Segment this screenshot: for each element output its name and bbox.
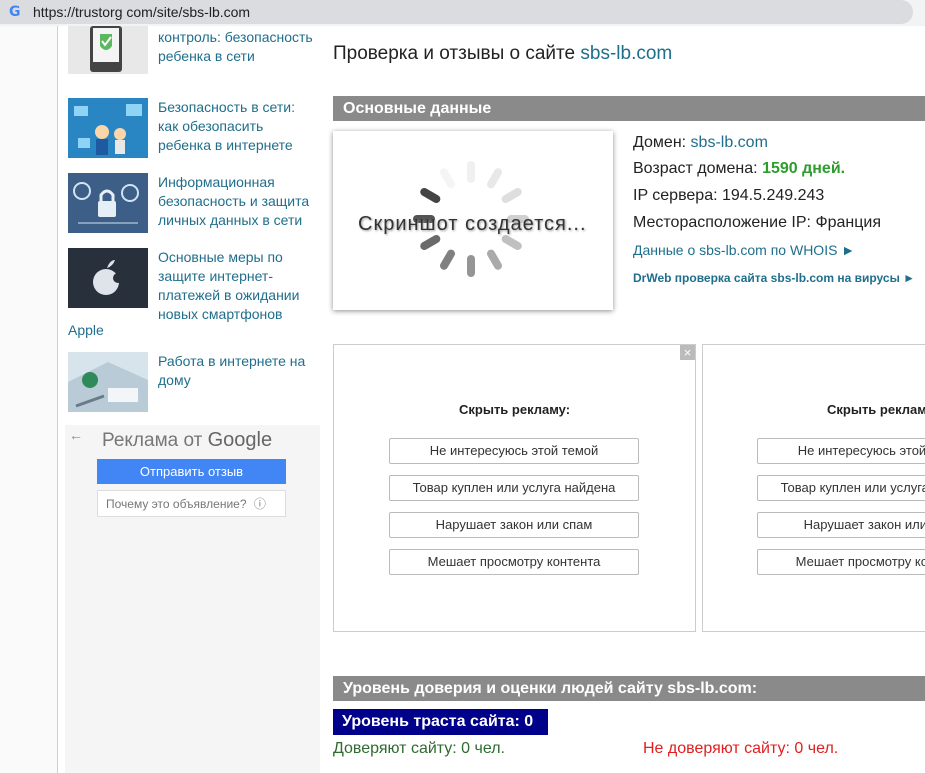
ip-row: IP сервера: 194.5.249.243	[633, 187, 824, 205]
page-title-domain[interactable]: sbs-lb.com	[580, 43, 672, 64]
back-arrow-icon[interactable]: ←	[69, 427, 83, 443]
sidebar-item-data-protection[interactable]: Информационная безопасность и защита лич…	[68, 173, 318, 235]
phone-shield-icon	[68, 26, 148, 86]
google-icon: G	[9, 4, 21, 20]
sidebar-item-label[interactable]: Безопасность в сети: как обезопасить реб…	[158, 98, 318, 155]
hide-ad-option[interactable]: Товар куплен или услуга найдена	[389, 475, 639, 501]
location-value: Франция	[815, 214, 881, 231]
location-row: Месторасположение IP: Франция	[633, 214, 881, 232]
padlock-icon	[68, 173, 148, 233]
ad-panel-1: × Скрыть рекламу: Не интересуюсь этой те…	[333, 344, 696, 632]
hands-keyboard-icon	[68, 352, 148, 412]
not-trusted-count: Не доверяют сайту: 0 чел.	[643, 740, 839, 757]
whois-link[interactable]: Данные о sbs-lb.com по WHOIS ►	[633, 242, 855, 258]
sidebar-item-payments[interactable]: Основные меры по защите интернет-платеже…	[68, 248, 318, 322]
section-trust: Уровень доверия и оценки людей сайту sbs…	[333, 676, 925, 701]
hide-ad-option[interactable]: Товар куплен или услуга найдена	[757, 475, 925, 501]
location-label: Месторасположение IP:	[633, 214, 811, 231]
domain-value[interactable]: sbs-lb.com	[691, 134, 768, 151]
ad-brand-prefix: Реклама от	[102, 430, 203, 451]
hide-ad-option[interactable]: Нарушает закон или спам	[389, 512, 639, 538]
hide-ad-option[interactable]: Мешает просмотру контента	[757, 549, 925, 575]
sidebar-item-child-safety[interactable]: Безопасность в сети: как обезопасить реб…	[68, 98, 318, 160]
close-icon[interactable]: ×	[680, 345, 695, 360]
ad-panel-2: Скрыть рекламу: Не интересуюсь этой темо…	[702, 344, 925, 632]
google-ad-feedback: ← Реклама от Google Отправить отзыв Поче…	[65, 425, 320, 773]
drweb-link[interactable]: DrWeb проверка сайта sbs-lb.com на вирус…	[633, 271, 915, 285]
google-logo: Google	[207, 429, 273, 451]
hide-ad-option[interactable]: Не интересуюсь этой темой	[389, 438, 639, 464]
apple-logo-icon	[68, 248, 148, 308]
sidebar-item-label[interactable]: Основные меры по защите интернет-платеже…	[158, 248, 318, 324]
why-this-ad-button[interactable]: Почему это объявление? ⓘ	[97, 490, 286, 517]
url-text[interactable]: https://trustorg com/site/sbs-lb.com	[33, 4, 250, 20]
address-bar[interactable]: G https://trustorg com/site/sbs-lb.com	[0, 0, 913, 24]
screenshot-status: Скриншот создается...	[358, 213, 587, 235]
left-margin	[0, 26, 58, 773]
domain-row: Домен: sbs-lb.com	[633, 134, 768, 152]
sidebar-item-label-tail[interactable]: Apple	[68, 322, 104, 338]
sidebar-item-label[interactable]: Работа в интернете на дому	[158, 352, 318, 390]
hide-ad-option[interactable]: Не интересуюсь этой темой	[757, 438, 925, 464]
browser-toolbar: G https://trustorg com/site/sbs-lb.com	[0, 0, 925, 26]
trusted-count: Доверяют сайту: 0 чел.	[333, 740, 505, 757]
ad-brand: Реклама от Google	[102, 429, 272, 452]
info-icon: ⓘ	[253, 497, 266, 511]
sidebar-item-label[interactable]: Информационная безопасность и защита лич…	[158, 173, 318, 230]
domain-label: Домен:	[633, 134, 687, 151]
site-screenshot: Скриншот создается...	[333, 131, 613, 310]
age-row: Возраст домена: 1590 дней.	[633, 160, 845, 178]
hide-ad-option[interactable]: Нарушает закон или спам	[757, 512, 925, 538]
sidebar-item-child-control[interactable]: контроль: безопасность ребенка в сети	[68, 26, 318, 86]
age-label: Возраст домена:	[633, 160, 758, 177]
why-this-ad-label: Почему это объявление?	[106, 497, 247, 511]
send-feedback-button[interactable]: Отправить отзыв	[97, 459, 286, 484]
sidebar-item-work-home[interactable]: Работа в интернете на дому	[68, 352, 318, 414]
ip-label: IP сервера:	[633, 187, 718, 204]
kids-network-icon	[68, 98, 148, 158]
section-main-data: Основные данные	[333, 96, 925, 121]
page-title: Проверка и отзывы о сайте sbs-lb.com	[333, 43, 672, 65]
hide-ad-option[interactable]: Мешает просмотру контента	[389, 549, 639, 575]
sidebar-item-label[interactable]: контроль: безопасность ребенка в сети	[158, 28, 318, 66]
hide-ad-title: Скрыть рекламу:	[827, 402, 925, 417]
page-title-prefix: Проверка и отзывы о сайте	[333, 43, 576, 64]
ip-value: 194.5.249.243	[721, 187, 825, 204]
age-value: 1590 дней.	[762, 160, 846, 177]
hide-ad-title: Скрыть рекламу:	[459, 402, 571, 417]
trust-level-badge: Уровень траста сайта: 0	[333, 709, 548, 735]
